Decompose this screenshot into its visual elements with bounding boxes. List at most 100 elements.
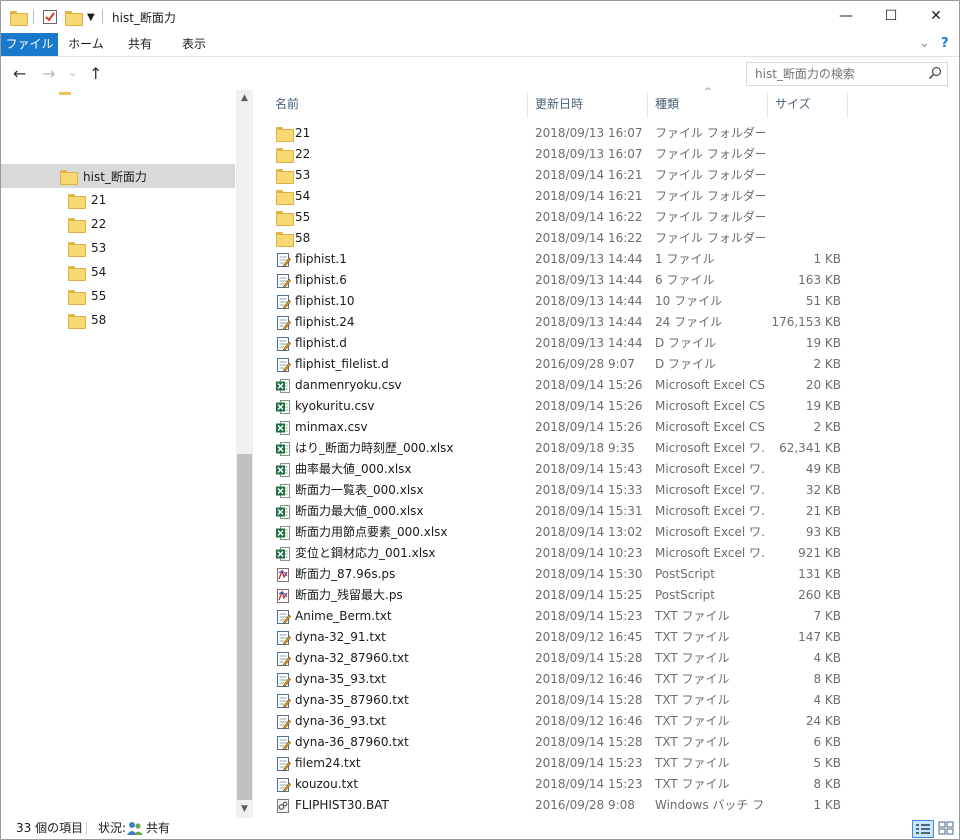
table-row[interactable]: filem24.txt 2018/09/14 15:23 TXT ファイル 5 KB [254,753,959,774]
tab-share[interactable]: 共有 [115,33,165,56]
scrollbar-thumb[interactable] [237,454,252,800]
file-size: 4 KB [813,693,841,707]
table-row[interactable]: はり_断面力時刻歴_000.xlsx 2018/09/18 9:35 Microso… [254,438,959,459]
table-row[interactable]: dyna-35_93.txt 2018/09/12 16:46 TXT ファイル 8 … [254,669,959,690]
table-row[interactable]: kyokuritu.csv 2018/09/14 15:26 Microsoft E… [254,396,959,417]
table-row[interactable]: minmax.csv 2018/09/14 15:26 Microsoft Exce… [254,417,959,438]
table-row[interactable]: 21 2018/09/13 16:07 ファイル フォルダー [254,123,959,144]
tree-item-22[interactable]: 22 [1,212,235,236]
table-row[interactable]: 58 2018/09/14 16:22 ファイル フォルダー [254,228,959,249]
table-row[interactable]: 22 2018/09/13 16:07 ファイル フォルダー [254,144,959,165]
tab-home[interactable]: ホーム [61,33,111,56]
column-header-size[interactable]: サイズ [767,90,847,118]
search-box[interactable] [746,62,948,86]
table-row[interactable]: fliphist.10 2018/09/13 14:44 10 ファイル 51 KB [254,291,959,312]
file-size: 131 KB [798,567,841,581]
scroll-up-arrow[interactable]: ▲ [236,90,253,107]
folder-icon [276,148,294,163]
tree-item-58[interactable]: 58 [1,308,235,332]
table-row[interactable]: fliphist.24 2018/09/13 14:44 24 ファイル 176,15… [254,312,959,333]
status-bar: 33 個の項目 状況: 共有 [1,818,959,839]
search-icon[interactable] [928,66,942,80]
tree-item-54[interactable]: 54 [1,260,235,284]
table-row[interactable]: 断面力_残留最大.ps 2018/09/14 15:25 PostScript 260… [254,585,959,606]
file-type: TXT ファイル [655,630,730,644]
file-name: kyokuritu.csv [295,399,375,413]
file-date: 2018/09/14 15:31 [535,504,643,518]
table-row[interactable]: dyna-36_93.txt 2018/09/12 16:46 TXT ファイル 24… [254,711,959,732]
table-row[interactable]: FLIPHIST30.BAT 2016/09/28 9:08 Windows バッチ… [254,795,959,816]
search-input[interactable] [747,63,917,85]
file-type: Microsoft Excel ワ... [655,525,765,539]
file-list: 名前 更新日時 種類 ^ サイズ 21 2018/09/13 16:07 ファイル … [254,87,959,818]
file-name: dyna-35_87960.txt [295,693,409,707]
file-type: Microsoft Excel ワ... [655,504,765,518]
postscript-icon [275,588,291,604]
forward-button[interactable]: → [42,64,55,83]
file-size: 260 KB [798,588,841,602]
file-name: fliphist.24 [295,315,355,329]
table-row[interactable]: 変位と鋼材応力_001.xlsx 2018/09/14 10:23 Microsof… [254,543,959,564]
file-date: 2018/09/14 16:21 [535,168,643,182]
table-row[interactable]: dyna-32_87960.txt 2018/09/14 15:28 TXT ファイ… [254,648,959,669]
customize-qa-icon[interactable]: ▼ [87,8,95,26]
file-type: TXT ファイル [655,609,730,623]
window-title: hist_断面力 [112,11,176,25]
column-header-name[interactable]: 名前 [267,90,527,118]
table-row[interactable]: 断面力用節点要素_000.xlsx 2018/09/14 13:02 Microso… [254,522,959,543]
recent-locations-button[interactable]: ⌄ [68,66,77,79]
file-date: 2018/09/14 13:02 [535,525,643,539]
table-row[interactable]: fliphist_filelist.d 2016/09/28 9:07 D ファイル… [254,354,959,375]
new-folder-icon[interactable] [65,8,83,26]
table-row[interactable]: 曲率最大値_000.xlsx 2018/09/14 15:43 Microsoft … [254,459,959,480]
details-view-button[interactable] [912,820,934,838]
table-row[interactable]: 断面力_87.96s.ps 2018/09/14 15:30 PostScript 1… [254,564,959,585]
table-row[interactable]: dyna-36_87960.txt 2018/09/14 15:28 TXT ファイ… [254,732,959,753]
file-name: danmenryoku.csv [295,378,402,392]
table-row[interactable]: fliphist.d 2018/09/13 14:44 D ファイル 19 KB [254,333,959,354]
table-row[interactable]: danmenryoku.csv 2018/09/14 15:26 Microsoft… [254,375,959,396]
scroll-down-arrow[interactable]: ▼ [236,801,253,818]
text-file-icon [275,756,291,772]
table-row[interactable]: 55 2018/09/14 16:22 ファイル フォルダー [254,207,959,228]
table-row[interactable]: dyna-32_91.txt 2018/09/12 16:45 TXT ファイル 14… [254,627,959,648]
file-type: D ファイル [655,357,717,371]
navigation-scrollbar[interactable]: ▲ ▼ [236,90,253,818]
table-row[interactable]: 断面力一覧表_000.xlsx 2018/09/14 15:33 Microsoft… [254,480,959,501]
tree-item-hist[interactable]: hist_断面力 [1,164,235,188]
expand-ribbon-icon[interactable]: ⌄ [919,36,930,51]
folder-icon [68,217,86,233]
column-divider[interactable] [847,92,848,118]
large-icons-view-button[interactable] [936,820,958,838]
table-row[interactable]: dyna-35_87960.txt 2018/09/14 15:28 TXT ファイ… [254,690,959,711]
text-file-icon [275,252,291,268]
column-header-date[interactable]: 更新日時 [527,90,647,118]
table-row[interactable]: fliphist.1 2018/09/13 14:44 1 ファイル 1 KB [254,249,959,270]
table-row[interactable]: Anime_Berm.txt 2018/09/14 15:23 TXT ファイル 7 … [254,606,959,627]
table-row[interactable]: 断面力最大値_000.xlsx 2018/09/14 15:31 Microsoft… [254,501,959,522]
maximize-button[interactable]: ☐ [868,1,914,31]
properties-icon[interactable] [42,8,58,26]
help-icon[interactable]: ? [941,36,949,51]
tree-item-21[interactable]: 21 [1,188,235,212]
table-row[interactable]: fliphist.6 2018/09/13 14:44 6 ファイル 163 KB [254,270,959,291]
close-button[interactable]: ✕ [913,1,959,31]
text-file-icon [275,273,291,289]
file-size: 24 KB [805,714,841,728]
back-button[interactable]: ← [13,64,26,83]
file-size: 1 KB [813,252,841,266]
tab-view[interactable]: 表示 [169,33,219,56]
table-row[interactable]: 53 2018/09/14 16:21 ファイル フォルダー [254,165,959,186]
file-size: 8 KB [813,777,841,791]
tree-item-55[interactable]: 55 [1,284,235,308]
file-type: TXT ファイル [655,735,730,749]
table-row[interactable]: kouzou.txt 2018/09/14 15:23 TXT ファイル 8 KB [254,774,959,795]
up-button[interactable]: ↑ [89,64,102,83]
minimize-button[interactable]: — [823,1,869,31]
folder-icon [276,190,294,205]
table-row[interactable]: 54 2018/09/14 16:21 ファイル フォルダー [254,186,959,207]
tree-item-53[interactable]: 53 [1,236,235,260]
file-name: kouzou.txt [295,777,359,791]
tab-file[interactable]: ファイル [1,33,58,56]
file-size: 8 KB [813,672,841,686]
